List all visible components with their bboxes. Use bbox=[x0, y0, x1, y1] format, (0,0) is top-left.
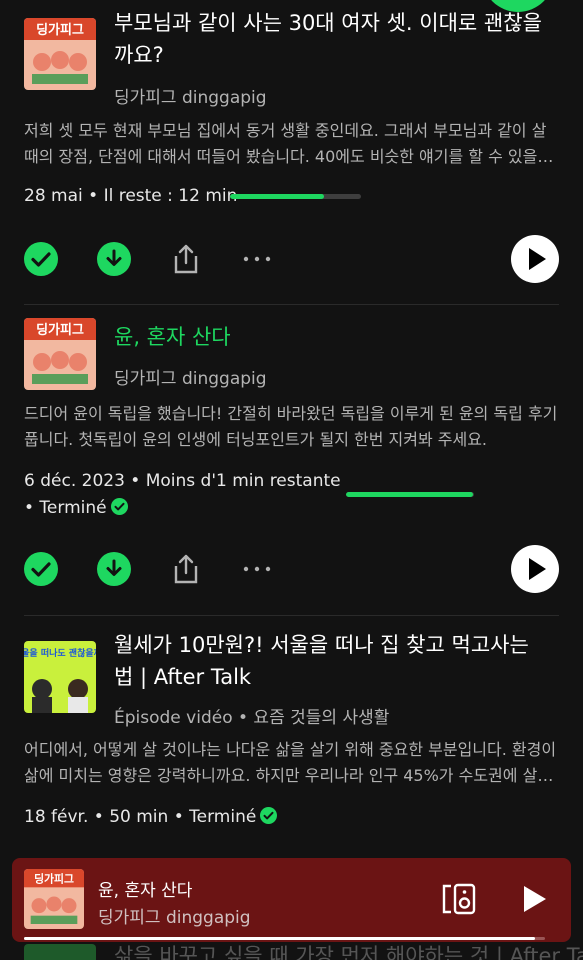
next-episode-peek: 삶을 바꾸고 싶을 때 가장 먼저 해야하는 것 | After Talk bbox=[0, 944, 583, 960]
episode-show[interactable]: Épisode vidéo • 요즘 것들의 사생활 bbox=[114, 703, 389, 728]
now-playing-show[interactable]: 딩가피그 dinggapig bbox=[98, 903, 251, 928]
episode-actions bbox=[24, 545, 559, 593]
dinggapig-cover-icon: 딩가피그 bbox=[24, 869, 84, 929]
svg-text:딩가피그: 딩가피그 bbox=[34, 871, 74, 885]
play-icon bbox=[529, 248, 546, 270]
meta-label: 18 févr. • 50 min • Terminé bbox=[24, 807, 257, 827]
episode-title[interactable]: 부모님과 같이 사는 30대 여자 셋. 이대로 괜찮을까요? bbox=[114, 7, 551, 71]
episode-actions bbox=[24, 235, 559, 283]
share-icon[interactable] bbox=[169, 552, 203, 586]
episode-description: 어디에서, 어떻게 살 것이냐는 나다운 삶을 살기 위해 중요한 부분입니다.… bbox=[24, 740, 557, 785]
episode-item-1[interactable]: 딩가피그 부모님과 같이 사는 30대 여자 셋. 이대로 괜찮을까요? 딩가피… bbox=[24, 0, 559, 290]
connect-device-icon[interactable] bbox=[441, 882, 477, 916]
completed-check-icon bbox=[260, 807, 278, 824]
episode-progress-bar bbox=[346, 492, 474, 497]
play-button[interactable] bbox=[511, 545, 559, 593]
play-icon bbox=[524, 886, 546, 912]
episode-cover: 서울을 떠나도 괜찮을까? bbox=[24, 641, 96, 713]
episode-description: 저희 셋 모두 현재 부모님 집에서 동거 생활 중인데요. 그래서 부모님과 … bbox=[24, 121, 553, 166]
next-episode-title: 삶을 바꾸고 싶을 때 가장 먼저 해야하는 것 | After Talk bbox=[114, 944, 583, 960]
downloaded-icon[interactable] bbox=[97, 552, 131, 586]
episode-title[interactable]: 윤, 혼자 산다 bbox=[114, 321, 551, 353]
progress-fill bbox=[230, 194, 325, 199]
share-icon[interactable] bbox=[169, 242, 203, 276]
play-icon bbox=[529, 558, 546, 580]
episode-progress-bar bbox=[230, 194, 361, 199]
episode-show[interactable]: 딩가피그 dinggapig bbox=[114, 364, 267, 389]
episode-item-2[interactable]: 딩가피그 윤, 혼자 산다 딩가피그 dinggapig 드디어 윤이 독립을 … bbox=[24, 305, 559, 615]
more-options-icon[interactable] bbox=[240, 242, 274, 276]
downloaded-icon[interactable] bbox=[97, 242, 131, 276]
play-button[interactable] bbox=[511, 235, 559, 283]
episode-title[interactable]: 월세가 10만원?! 서울을 떠나 집 찾고 먹고사는 법 | After Ta… bbox=[114, 629, 551, 693]
now-playing-progress[interactable] bbox=[24, 937, 545, 940]
added-check-icon[interactable] bbox=[24, 242, 58, 276]
now-playing-title[interactable]: 윤, 혼자 산다 bbox=[98, 876, 192, 901]
more-options-icon[interactable] bbox=[240, 552, 274, 586]
episode-show[interactable]: 딩가피그 dinggapig bbox=[114, 83, 267, 108]
svg-text:딩가피그: 딩가피그 bbox=[36, 22, 84, 38]
next-episode-cover bbox=[24, 944, 96, 960]
episode-meta: 18 févr. • 50 min • Terminé bbox=[24, 807, 278, 827]
dinggapig-cover-icon: 딩가피그 bbox=[24, 318, 96, 390]
episode-item-3[interactable]: 서울을 떠나도 괜찮을까? 월세가 10만원?! 서울을 떠나 집 찾고 먹고사… bbox=[24, 616, 559, 856]
episode-cover: 딩가피그 bbox=[24, 18, 96, 90]
added-check-icon[interactable] bbox=[24, 552, 58, 586]
episode-status: • Terminé bbox=[24, 498, 128, 518]
episode-cover: 딩가피그 bbox=[24, 318, 96, 390]
completed-check-icon bbox=[110, 498, 128, 515]
mini-play-button[interactable] bbox=[517, 882, 551, 916]
progress-fill bbox=[346, 492, 473, 497]
dinggapig-cover-icon: 딩가피그 bbox=[24, 18, 96, 90]
now-playing-cover: 딩가피그 bbox=[24, 869, 84, 929]
now-playing-bar[interactable]: 딩가피그 윤, 혼자 산다 딩가피그 dinggapig bbox=[12, 858, 571, 942]
svg-text:딩가피그: 딩가피그 bbox=[36, 322, 84, 338]
episode-meta: 28 mai • Il reste : 12 min bbox=[24, 186, 238, 206]
episode-meta: 6 déc. 2023 • Moins d'1 min restante bbox=[24, 471, 341, 491]
status-label: • Terminé bbox=[24, 498, 107, 518]
video-episode-cover-icon: 서울을 떠나도 괜찮을까? bbox=[24, 641, 96, 713]
episode-description: 드디어 윤이 독립을 했습니다! 간절히 바라왔던 독립을 이루게 된 윤의 독… bbox=[24, 404, 558, 449]
svg-text:서울을 떠나도 괜찮을까?: 서울을 떠나도 괜찮을까? bbox=[24, 647, 96, 659]
progress-fill bbox=[24, 937, 535, 940]
